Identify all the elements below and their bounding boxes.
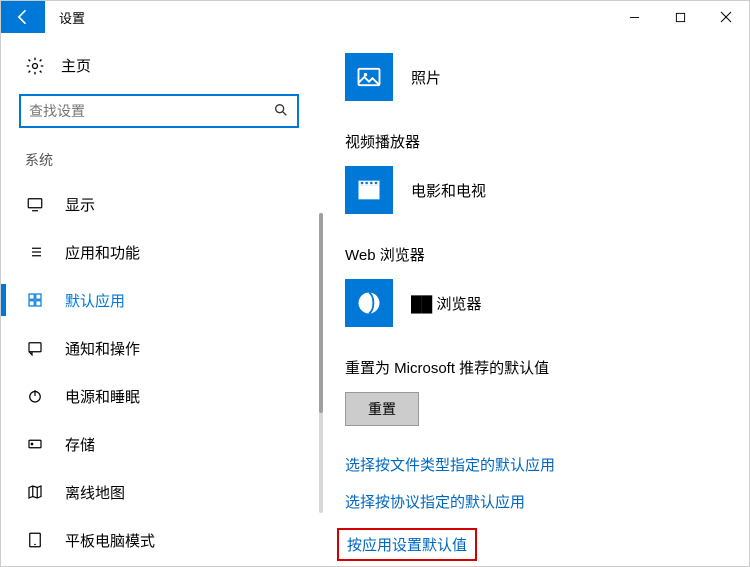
back-button[interactable] bbox=[1, 1, 45, 33]
notifications-icon bbox=[25, 338, 45, 358]
reset-button[interactable]: 重置 bbox=[345, 392, 419, 426]
photos-app-row[interactable]: 照片 bbox=[345, 53, 735, 101]
tablet-icon bbox=[25, 530, 45, 550]
nav-list: 显示 应用和功能 默认应用 bbox=[1, 180, 331, 564]
nav-label: 显示 bbox=[65, 194, 95, 215]
default-apps-icon bbox=[25, 290, 45, 310]
section-label: 系统 bbox=[1, 150, 331, 180]
movies-tile-icon bbox=[345, 166, 393, 214]
list-icon bbox=[25, 242, 45, 262]
storage-icon bbox=[25, 434, 45, 454]
photos-label: 照片 bbox=[411, 67, 441, 88]
reset-heading: 重置为 Microsoft 推荐的默认值 bbox=[345, 357, 735, 378]
map-icon bbox=[25, 482, 45, 502]
close-button[interactable] bbox=[703, 1, 749, 33]
link-by-app[interactable]: 按应用设置默认值 bbox=[337, 528, 477, 561]
minimize-button[interactable] bbox=[611, 1, 657, 33]
nav-item-tablet-mode[interactable]: 平板电脑模式 bbox=[1, 516, 331, 564]
nav-label: 通知和操作 bbox=[65, 338, 140, 359]
nav-item-storage[interactable]: 存储 bbox=[1, 420, 331, 468]
search-icon bbox=[273, 102, 289, 121]
video-app-row[interactable]: 电影和电视 bbox=[345, 166, 735, 214]
home-link[interactable]: 主页 bbox=[1, 51, 331, 94]
web-browser-heading: Web 浏览器 bbox=[345, 244, 735, 265]
sidebar: 主页 系统 显示 bbox=[1, 33, 331, 566]
nav-item-display[interactable]: 显示 bbox=[1, 180, 331, 228]
sidebar-scrollbar-thumb[interactable] bbox=[319, 213, 323, 413]
window-body: 主页 系统 显示 bbox=[1, 33, 749, 566]
settings-window: 设置 主页 bbox=[0, 0, 750, 567]
link-by-protocol[interactable]: 选择按协议指定的默认应用 bbox=[345, 491, 735, 512]
search-wrap bbox=[1, 94, 331, 150]
home-label: 主页 bbox=[61, 55, 91, 76]
nav-label: 默认应用 bbox=[65, 290, 125, 311]
nav-item-apps-features[interactable]: 应用和功能 bbox=[1, 228, 331, 276]
maximize-button[interactable] bbox=[657, 1, 703, 33]
gear-icon bbox=[25, 56, 45, 76]
nav-item-default-apps[interactable]: 默认应用 bbox=[1, 276, 331, 324]
content: 照片 视频播放器 电影和电视 Web 浏览器 ██ 浏览器 重置为 Micr bbox=[331, 33, 749, 566]
nav-label: 存储 bbox=[65, 434, 95, 455]
nav-label: 电源和睡眠 bbox=[65, 386, 140, 407]
window-title: 设置 bbox=[45, 1, 99, 33]
search-box[interactable] bbox=[19, 94, 299, 128]
nav-item-power[interactable]: 电源和睡眠 bbox=[1, 372, 331, 420]
nav-label: 离线地图 bbox=[65, 482, 125, 503]
link-by-filetype[interactable]: 选择按文件类型指定的默认应用 bbox=[345, 454, 735, 475]
search-input[interactable] bbox=[29, 103, 273, 119]
nav-item-notifications[interactable]: 通知和操作 bbox=[1, 324, 331, 372]
nav-item-offline-maps[interactable]: 离线地图 bbox=[1, 468, 331, 516]
nav-label: 应用和功能 bbox=[65, 242, 140, 263]
power-icon bbox=[25, 386, 45, 406]
video-player-heading: 视频播放器 bbox=[345, 131, 735, 152]
photos-tile-icon bbox=[345, 53, 393, 101]
browser-tile-icon bbox=[345, 279, 393, 327]
web-app-label: ██ 浏览器 bbox=[411, 293, 481, 314]
monitor-icon bbox=[25, 194, 45, 214]
web-app-row[interactable]: ██ 浏览器 bbox=[345, 279, 735, 327]
video-app-label: 电影和电视 bbox=[411, 180, 486, 201]
titlebar: 设置 bbox=[1, 1, 749, 33]
sidebar-scrollbar[interactable] bbox=[319, 213, 323, 513]
nav-label: 平板电脑模式 bbox=[65, 530, 155, 551]
